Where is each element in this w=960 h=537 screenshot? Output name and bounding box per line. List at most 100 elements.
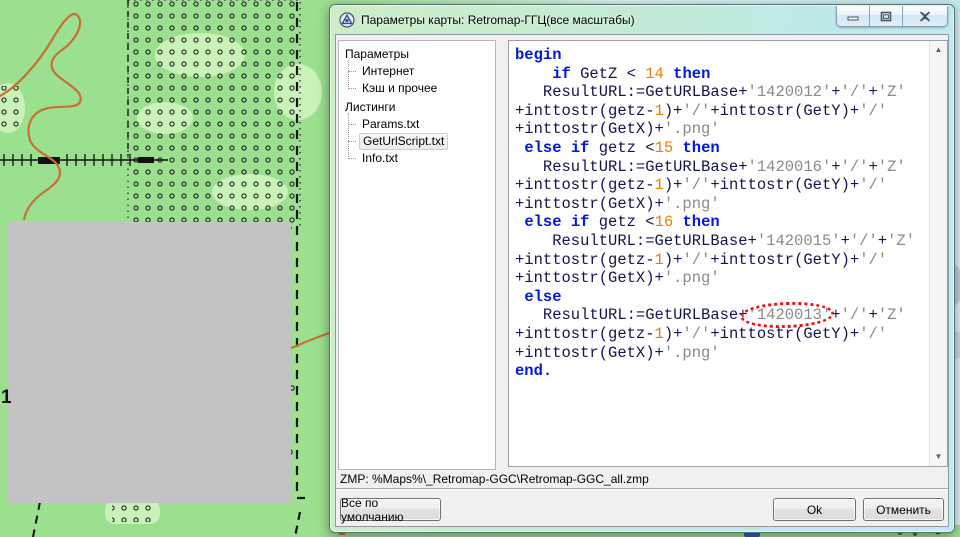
defaults-button[interactable]: Все по умолчанию xyxy=(340,498,441,521)
code-token: '/' xyxy=(859,325,887,343)
map-unloaded-tile xyxy=(8,222,291,503)
code-token: '/' xyxy=(682,102,710,120)
code-token: +inttostr(GetX)+ xyxy=(515,344,664,362)
tree-item-label: Params.txt xyxy=(359,117,422,132)
code-token: '/' xyxy=(850,232,878,250)
code-token: +inttostr(GetY)+ xyxy=(710,325,859,343)
tree-connector xyxy=(348,158,356,159)
tree-connector xyxy=(348,88,356,89)
close-button[interactable] xyxy=(903,6,947,26)
code-token xyxy=(515,65,552,83)
ok-button[interactable]: Ok xyxy=(773,498,856,521)
code-line: +inttostr(GetX)+'.png' xyxy=(515,195,927,214)
code-token: ResultURL:=GetURLBase+ xyxy=(515,158,748,176)
scroll-up-icon[interactable]: ▲ xyxy=(930,42,947,58)
code-token xyxy=(664,65,673,83)
code-token: '.png' xyxy=(664,269,720,287)
code-token: 16 xyxy=(655,213,674,231)
scroll-down-icon[interactable]: ▼ xyxy=(930,449,947,465)
code-token: '.png' xyxy=(664,195,720,213)
tree-item-label: Кэш и прочее xyxy=(359,81,440,96)
code-token xyxy=(515,139,524,157)
cancel-button[interactable]: Отменить xyxy=(863,498,944,521)
code-token: if xyxy=(571,213,590,231)
tree-item-GetUrlScript.txt[interactable]: GetUrlScript.txt xyxy=(339,133,495,150)
code-token xyxy=(515,288,524,306)
maximize-button[interactable] xyxy=(870,6,903,26)
code-token: 'Z' xyxy=(878,306,906,324)
minimize-button[interactable] xyxy=(837,6,870,26)
code-token: begin xyxy=(515,46,562,64)
tree-item-Params.txt[interactable]: Params.txt xyxy=(339,116,495,133)
code-token: '/' xyxy=(841,306,869,324)
zmp-path-status: ZMP: %Maps%\_Retromap-GGC\Retromap-GGC_a… xyxy=(340,472,649,486)
code-token: then xyxy=(673,65,710,83)
code-token: +inttostr(getz- xyxy=(515,251,655,269)
code-token: 1 xyxy=(655,102,664,120)
code-token: + xyxy=(868,158,877,176)
code-editor[interactable]: begin if GetZ < 14 then ResultURL:=GetUR… xyxy=(508,40,948,467)
tree-connector xyxy=(348,71,356,72)
code-token: '/' xyxy=(841,158,869,176)
tree-item-label: Интернет xyxy=(359,64,417,79)
code-content: begin if GetZ < 14 then ResultURL:=GetUR… xyxy=(515,46,927,464)
tree-children: Интернет Кэш и прочее xyxy=(339,63,495,97)
code-token: 'Z' xyxy=(878,158,906,176)
code-token: 15 xyxy=(655,139,674,157)
annotated-tile-id: '1420013' xyxy=(748,306,832,325)
vertical-scrollbar[interactable]: ▲ ▼ xyxy=(929,41,947,466)
tree-connector xyxy=(348,141,356,142)
code-token: '/' xyxy=(859,176,887,194)
code-line: +inttostr(GetX)+'.png' xyxy=(515,344,927,363)
code-token: )+ xyxy=(664,176,683,194)
dialog-client-area: ПараметрыИнтернет Кэш и прочее ЛистингиPar… xyxy=(335,34,949,527)
tree-item-label: GetUrlScript.txt xyxy=(359,133,448,150)
code-token: + xyxy=(868,83,877,101)
code-line: +inttostr(getz-1)+'/'+inttostr(GetY)+'/' xyxy=(515,102,927,121)
tree-item-Листинги[interactable]: Листинги xyxy=(339,99,495,116)
code-token: else xyxy=(524,288,561,306)
code-token: +inttostr(GetX)+ xyxy=(515,120,664,138)
code-token: '/' xyxy=(682,251,710,269)
code-line: +inttostr(GetX)+'.png' xyxy=(515,120,927,139)
minimize-icon xyxy=(847,11,859,21)
code-token: getz < xyxy=(589,139,654,157)
code-token xyxy=(673,213,682,231)
code-token: '/' xyxy=(859,102,887,120)
code-line: +inttostr(GetX)+'.png' xyxy=(515,269,927,288)
code-token: '.png' xyxy=(664,120,720,138)
tree-group: ЛистингиParams.txtGetUrlScript.txtInfo.t… xyxy=(339,99,495,167)
tree-item-Интернет[interactable]: Интернет xyxy=(339,63,495,80)
code-token: '1420016' xyxy=(748,158,832,176)
settings-tree: ПараметрыИнтернет Кэш и прочее ЛистингиPar… xyxy=(338,40,496,470)
code-line: end. xyxy=(515,362,927,381)
app-icon xyxy=(339,12,355,28)
code-token xyxy=(562,139,571,157)
code-token: '/' xyxy=(841,83,869,101)
code-token: +inttostr(GetX)+ xyxy=(515,269,664,287)
close-icon xyxy=(919,11,931,22)
code-token: + xyxy=(878,232,887,250)
tree-item-label: Info.txt xyxy=(359,151,401,166)
code-token: 14 xyxy=(645,65,664,83)
code-line: ResultURL:=GetURLBase+'1420016'+'/'+'Z' xyxy=(515,158,927,177)
tree-item-Параметры[interactable]: Параметры xyxy=(339,46,495,63)
tree-item-Info.txt[interactable]: Info.txt xyxy=(339,150,495,167)
code-token xyxy=(562,213,571,231)
code-token: 'Z' xyxy=(887,232,915,250)
map-label: 1 xyxy=(1,387,12,408)
code-line: ResultURL:=GetURLBase+'1420012'+'/'+'Z' xyxy=(515,83,927,102)
tree-item-Кэш и прочее[interactable]: Кэш и прочее xyxy=(339,80,495,97)
code-token: if xyxy=(571,139,590,157)
code-token: +inttostr(getz- xyxy=(515,325,655,343)
code-token: )+ xyxy=(664,102,683,120)
code-token: else xyxy=(524,139,561,157)
code-token: ResultURL:=GetURLBase+ xyxy=(515,232,757,250)
code-token: else xyxy=(524,213,561,231)
code-token: 1 xyxy=(655,325,664,343)
code-token: + xyxy=(831,158,840,176)
code-token: '/' xyxy=(682,325,710,343)
screen: 1 Параметры карты: Retromap-ГГЦ(все масш… xyxy=(0,0,960,537)
code-token: '/' xyxy=(682,176,710,194)
map-forest-pattern xyxy=(112,502,154,522)
